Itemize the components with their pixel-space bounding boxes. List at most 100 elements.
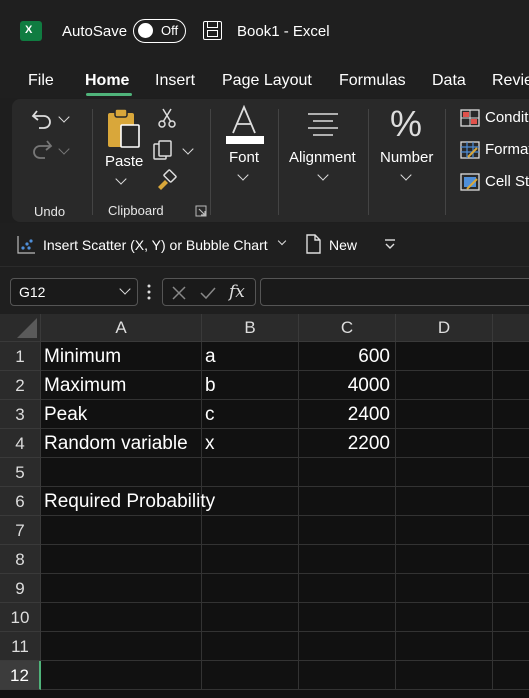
grid-cell[interactable]: [41, 632, 202, 661]
scatter-chart-icon[interactable]: [16, 235, 36, 255]
tab-file[interactable]: File: [28, 72, 54, 90]
grid-cell[interactable]: [202, 545, 299, 574]
grid-cell[interactable]: [396, 371, 493, 400]
grid-cell[interactable]: [493, 400, 529, 429]
grid-cell[interactable]: [493, 429, 529, 458]
grid-cell[interactable]: [396, 545, 493, 574]
save-icon[interactable]: [203, 21, 222, 40]
column-header-b[interactable]: B: [202, 314, 299, 342]
grid-cell[interactable]: [202, 574, 299, 603]
new-label[interactable]: New: [329, 237, 357, 253]
grid-cell[interactable]: 600: [299, 342, 396, 371]
grid-cell[interactable]: [396, 574, 493, 603]
grid-cell[interactable]: Minimum: [41, 342, 202, 371]
format-as-table-label[interactable]: Format: [485, 141, 529, 158]
row-header[interactable]: 8: [0, 545, 41, 574]
column-header-c[interactable]: C: [299, 314, 396, 342]
grid-cell[interactable]: b: [202, 371, 299, 400]
grid-cell[interactable]: [41, 661, 202, 690]
row-header[interactable]: 10: [0, 603, 41, 632]
font-dropdown-chevron-icon[interactable]: [237, 169, 249, 181]
font-icon[interactable]: [226, 105, 264, 145]
paste-dropdown-chevron-icon[interactable]: [115, 173, 127, 185]
conditional-formatting-icon[interactable]: [460, 109, 480, 127]
customize-qat-icon[interactable]: [384, 238, 396, 250]
grid-cell[interactable]: [202, 603, 299, 632]
formula-input[interactable]: [260, 278, 529, 306]
number-label[interactable]: Number: [380, 149, 433, 166]
new-document-icon[interactable]: [305, 234, 321, 254]
column-header-d[interactable]: D: [396, 314, 493, 342]
grid-cell[interactable]: [41, 516, 202, 545]
alignment-dropdown-chevron-icon[interactable]: [317, 169, 329, 181]
tab-formulas[interactable]: Formulas: [339, 72, 406, 90]
grid-cell[interactable]: [202, 487, 299, 516]
grid-cell[interactable]: [299, 603, 396, 632]
grid-cell[interactable]: [493, 342, 529, 371]
grid-cell[interactable]: [41, 458, 202, 487]
row-header[interactable]: 4: [0, 429, 41, 458]
tab-data[interactable]: Data: [432, 72, 466, 90]
grid-cell[interactable]: Maximum: [41, 371, 202, 400]
grid-cell[interactable]: [299, 632, 396, 661]
grid-cell[interactable]: [299, 487, 396, 516]
paste-label[interactable]: Paste: [105, 153, 143, 170]
grid-cell[interactable]: [396, 400, 493, 429]
scatter-dropdown-chevron-icon[interactable]: [277, 236, 287, 246]
tab-page-layout[interactable]: Page Layout: [222, 72, 312, 90]
copy-icon[interactable]: [152, 139, 176, 161]
grid-cell[interactable]: Peak: [41, 400, 202, 429]
grid-cell[interactable]: 2400: [299, 400, 396, 429]
paste-icon[interactable]: [106, 107, 142, 149]
grid-cell[interactable]: x: [202, 429, 299, 458]
grid-cell[interactable]: Required Probability: [41, 487, 215, 516]
row-header[interactable]: 6: [0, 487, 41, 516]
number-dropdown-chevron-icon[interactable]: [400, 169, 412, 181]
row-header[interactable]: 3: [0, 400, 41, 429]
conditional-formatting-label[interactable]: Conditi: [485, 109, 529, 126]
format-as-table-icon[interactable]: [460, 141, 480, 159]
grid-cell[interactable]: [41, 545, 202, 574]
grid-cell[interactable]: [396, 516, 493, 545]
cut-icon[interactable]: [157, 107, 177, 129]
grid-cell[interactable]: [299, 545, 396, 574]
grid-cell[interactable]: [299, 516, 396, 545]
grid-cell[interactable]: [396, 632, 493, 661]
grid-cell[interactable]: [396, 342, 493, 371]
row-header[interactable]: 7: [0, 516, 41, 545]
row-header[interactable]: 9: [0, 574, 41, 603]
grid-cell[interactable]: [493, 603, 529, 632]
row-header[interactable]: 12: [0, 661, 41, 690]
name-box-chevron-icon[interactable]: [119, 283, 131, 295]
alignment-icon[interactable]: [306, 111, 340, 137]
insert-scatter-label[interactable]: Insert Scatter (X, Y) or Bubble Chart: [43, 237, 268, 253]
autosave-toggle[interactable]: Off: [133, 19, 186, 43]
grid-cell[interactable]: [202, 458, 299, 487]
grid-cell[interactable]: [493, 458, 529, 487]
grid-cell[interactable]: [202, 661, 299, 690]
grid-cell[interactable]: [493, 661, 529, 690]
row-header[interactable]: 5: [0, 458, 41, 487]
copy-dropdown-chevron-icon[interactable]: [182, 143, 194, 155]
undo-icon[interactable]: [30, 107, 54, 129]
alignment-label[interactable]: Alignment: [289, 149, 356, 166]
dialog-launcher-icon[interactable]: [195, 205, 207, 217]
grid-cell[interactable]: [299, 458, 396, 487]
name-box[interactable]: G12: [10, 278, 138, 306]
tab-review[interactable]: Revie: [492, 72, 529, 90]
grid-cell[interactable]: [41, 574, 202, 603]
grid-cell[interactable]: [493, 545, 529, 574]
select-all-button[interactable]: [0, 314, 41, 342]
format-painter-icon[interactable]: [155, 169, 179, 191]
column-header-e[interactable]: [493, 314, 529, 342]
grid-cell[interactable]: [202, 632, 299, 661]
grid-cell[interactable]: [41, 603, 202, 632]
grid-cell[interactable]: [396, 458, 493, 487]
undo-dropdown-chevron-icon[interactable]: [58, 111, 70, 123]
tab-home[interactable]: Home: [85, 72, 129, 90]
grid-cell[interactable]: [396, 487, 493, 516]
font-label[interactable]: Font: [229, 149, 259, 166]
more-options-icon[interactable]: [146, 283, 152, 301]
redo-icon[interactable]: [30, 139, 54, 161]
enter-check-icon[interactable]: [199, 285, 217, 301]
